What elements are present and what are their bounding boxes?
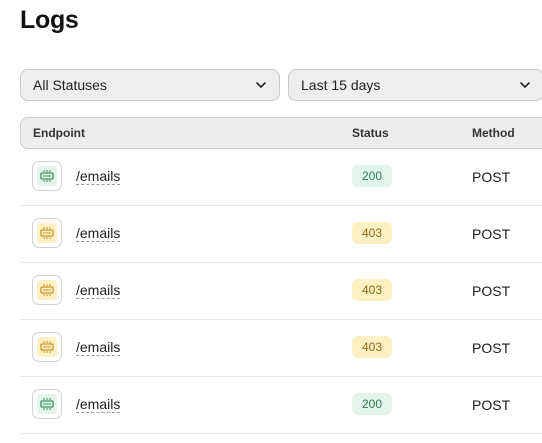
date-range-select[interactable]: Last 15 days bbox=[288, 69, 542, 101]
status-badge: 200 bbox=[352, 165, 392, 187]
api-endpoint-icon bbox=[32, 332, 62, 362]
table-header: Endpoint Status Method bbox=[20, 117, 542, 149]
api-endpoint-icon bbox=[32, 161, 62, 191]
date-range-value: Last 15 days bbox=[301, 77, 381, 93]
column-header-method: Method bbox=[472, 126, 515, 140]
api-endpoint-icon bbox=[32, 389, 62, 419]
column-header-status: Status bbox=[352, 126, 389, 140]
endpoint-link[interactable]: /emails bbox=[76, 282, 121, 299]
status-filter-value: All Statuses bbox=[33, 77, 107, 93]
method-text: POST bbox=[472, 397, 511, 413]
endpoint-link[interactable]: /emails bbox=[76, 168, 121, 185]
endpoint-link[interactable]: /emails bbox=[76, 225, 121, 242]
method-text: POST bbox=[472, 226, 511, 242]
method-text: POST bbox=[472, 283, 511, 299]
status-badge: 403 bbox=[352, 222, 392, 244]
table-row[interactable]: /emails 200 POST bbox=[20, 377, 542, 434]
chevron-down-icon bbox=[256, 82, 266, 88]
method-text: POST bbox=[472, 169, 511, 185]
status-badge: 403 bbox=[352, 336, 392, 358]
table-row[interactable]: /emails 403 POST bbox=[20, 206, 542, 263]
column-header-endpoint: Endpoint bbox=[33, 126, 85, 140]
status-badge: 200 bbox=[352, 393, 392, 415]
status-filter-select[interactable]: All Statuses bbox=[20, 69, 280, 101]
page-title: Logs bbox=[20, 6, 79, 34]
table-row[interactable]: /emails 200 POST bbox=[20, 149, 542, 206]
status-badge: 403 bbox=[352, 279, 392, 301]
table-row[interactable]: /emails 403 POST bbox=[20, 320, 542, 377]
table-row[interactable]: /emails 403 POST bbox=[20, 263, 542, 320]
api-endpoint-icon bbox=[32, 218, 62, 248]
chevron-down-icon bbox=[520, 82, 530, 88]
api-endpoint-icon bbox=[32, 275, 62, 305]
method-text: POST bbox=[472, 340, 511, 356]
endpoint-link[interactable]: /emails bbox=[76, 339, 121, 356]
logs-table-body: /emails 200 POST /emails 403 POST /email… bbox=[20, 149, 542, 434]
endpoint-link[interactable]: /emails bbox=[76, 396, 121, 413]
